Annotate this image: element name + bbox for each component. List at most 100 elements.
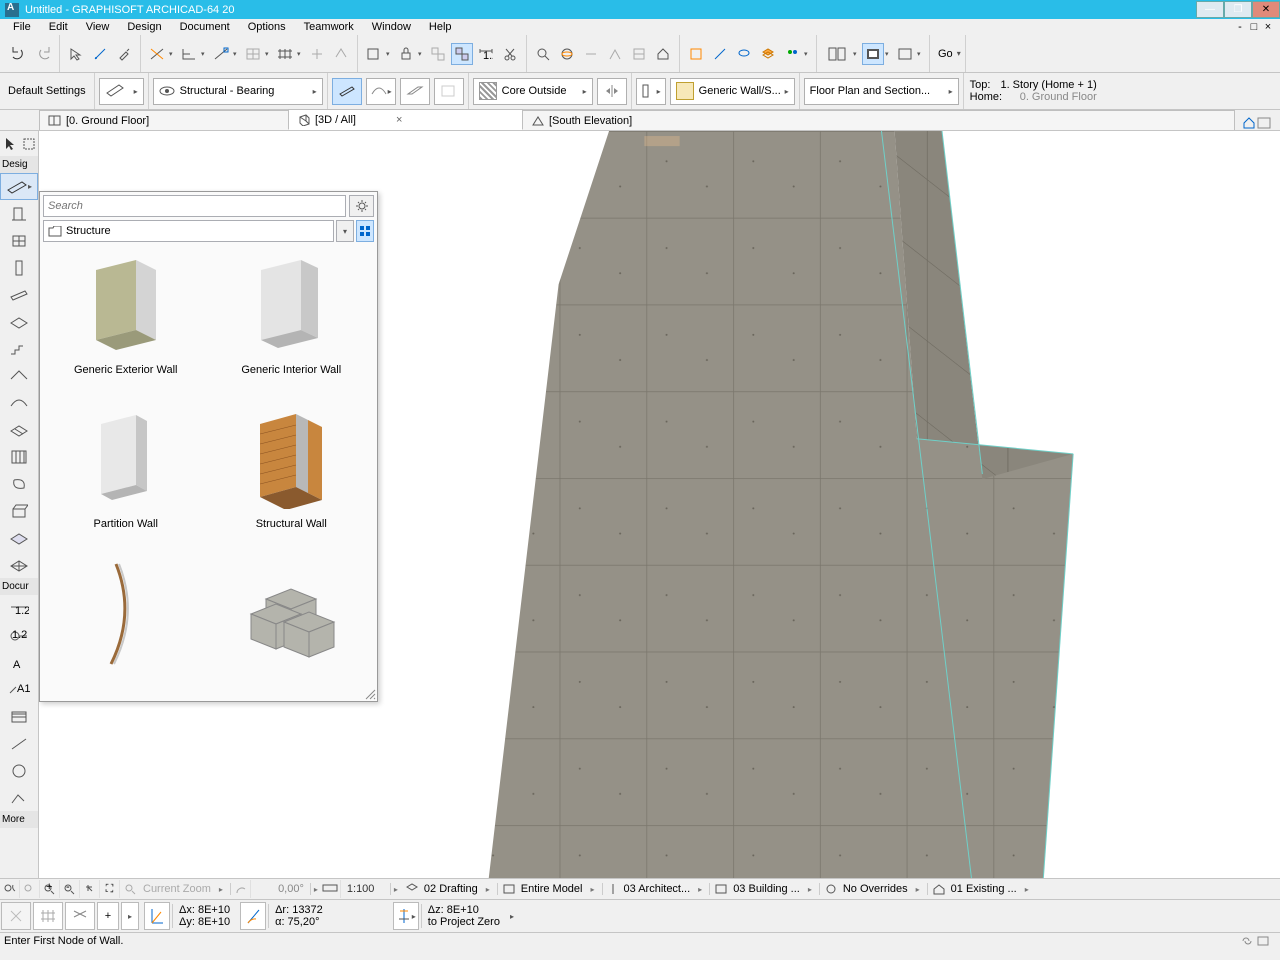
favorites-search-input[interactable] (43, 195, 346, 217)
favorites-folder-dropdown[interactable]: Structure (43, 220, 334, 242)
overrides-dropdown[interactable]: No Overrides▸ (820, 883, 928, 895)
minimize-button[interactable]: — (1196, 1, 1224, 18)
chevron-down-icon[interactable]: ▾ (265, 50, 273, 58)
menu-help[interactable]: Help (420, 21, 461, 33)
geom-trapezoid-button[interactable] (400, 78, 430, 105)
pan-button[interactable] (80, 880, 100, 898)
line-tool[interactable] (0, 730, 38, 757)
arrow-tool[interactable] (0, 131, 19, 156)
layers-button[interactable] (757, 43, 779, 65)
skylight-tool[interactable] (0, 416, 38, 443)
tab-overview-button[interactable] (1234, 116, 1280, 130)
section-window-button[interactable] (894, 43, 916, 65)
label-tool[interactable]: A1 (0, 676, 38, 703)
undo-button[interactable] (8, 43, 30, 65)
favorite-item[interactable]: Generic Interior Wall (211, 250, 373, 386)
chevron-down-icon[interactable]: ▾ (297, 50, 305, 58)
link-icon[interactable] (1240, 935, 1254, 947)
shell-tool[interactable] (0, 389, 38, 416)
home-button[interactable] (652, 43, 674, 65)
beam-tool[interactable] (0, 281, 38, 308)
scale-display[interactable]: 1:100 (341, 883, 391, 895)
geom-straight-button[interactable] (332, 78, 362, 105)
text-tool[interactable]: A (0, 649, 38, 676)
coord-polar-button[interactable] (240, 902, 266, 930)
view-type-button[interactable] (822, 43, 852, 65)
cutplane-button[interactable] (628, 43, 650, 65)
resize-handle-icon[interactable] (364, 688, 376, 700)
guide-button[interactable] (146, 43, 168, 65)
grid-button[interactable] (274, 43, 296, 65)
mesh-tool[interactable] (0, 551, 38, 578)
zoom-extents-button[interactable] (532, 43, 554, 65)
trace-compare-button[interactable] (709, 43, 731, 65)
roof-tool[interactable] (0, 362, 38, 389)
morph-tool[interactable] (0, 470, 38, 497)
tool-icon-dropdown[interactable]: ▸ (99, 78, 144, 105)
team-button[interactable] (781, 43, 803, 65)
favorites-dropdown-button[interactable]: ▾ (336, 220, 354, 242)
stair-tool[interactable] (0, 335, 38, 362)
snap-5[interactable]: ▸ (121, 902, 139, 930)
renovation-dropdown[interactable]: 03 Building ...▸ (710, 883, 820, 895)
trace-button[interactable] (685, 43, 707, 65)
snap-1[interactable] (1, 902, 31, 930)
explore-button[interactable] (604, 43, 626, 65)
dim-button[interactable]: 1.2 (475, 43, 497, 65)
profile-simple-button[interactable]: ▸ (636, 78, 666, 105)
maximize-button[interactable]: ❐ (1224, 1, 1252, 18)
wall-tool[interactable]: ▸ (0, 173, 38, 200)
chevron-down-icon[interactable]: ▾ (957, 49, 961, 58)
menu-window[interactable]: Window (363, 21, 420, 33)
snap-2[interactable] (33, 902, 63, 930)
window-tool[interactable] (0, 227, 38, 254)
zoom-prev-button[interactable] (0, 880, 20, 898)
orientation-button[interactable] (231, 880, 251, 898)
zoom-in-button[interactable]: + (40, 880, 60, 898)
tab-close-icon[interactable]: × (396, 114, 402, 126)
level-tool[interactable]: 1.2 (0, 622, 38, 649)
favorite-item[interactable] (211, 559, 373, 683)
favorites-panel[interactable]: Structure ▾ Generic Exterior Wall (39, 191, 378, 702)
menu-file[interactable]: File (4, 21, 40, 33)
coord-z-button[interactable]: ▸ (393, 902, 419, 930)
current-zoom-dropdown[interactable]: Current Zoom▸ (120, 883, 231, 895)
coord-xy-button[interactable] (144, 902, 170, 930)
marquee-tool[interactable] (19, 131, 38, 156)
menu-view[interactable]: View (77, 21, 119, 33)
pan-button[interactable] (580, 43, 602, 65)
gravity-button[interactable] (330, 43, 352, 65)
menu-design[interactable]: Design (118, 21, 170, 33)
chevron-down-icon[interactable]: ▾ (853, 50, 861, 58)
chevron-right-icon[interactable]: ▸ (311, 885, 321, 894)
default-settings-button[interactable]: Default Settings (0, 73, 95, 109)
chevron-right-icon[interactable]: ▸ (510, 912, 514, 921)
chevron-down-icon[interactable]: ▾ (804, 50, 812, 58)
tab-3d[interactable]: [3D / All] × (288, 109, 523, 130)
measure-button[interactable] (89, 43, 111, 65)
geom-curved-button[interactable]: ▸ (366, 78, 396, 105)
align-button[interactable] (306, 43, 328, 65)
chevron-down-icon[interactable]: ▾ (917, 50, 925, 58)
layer-combo-dropdown[interactable]: 02 Drafting▸ (401, 883, 498, 895)
floorplan-dropdown[interactable]: Floor Plan and Section... ▸ (804, 78, 959, 105)
favorites-settings-button[interactable] (349, 195, 374, 217)
chevron-down-icon[interactable]: ▾ (386, 50, 394, 58)
viewport[interactable]: Structure ▾ Generic Exterior Wall (39, 131, 1280, 878)
chevron-down-icon[interactable]: ▾ (201, 50, 209, 58)
column-tool[interactable] (0, 254, 38, 281)
fit-button[interactable]: ⛶ (100, 880, 120, 898)
orbit-button[interactable] (556, 43, 578, 65)
menu-teamwork[interactable]: Teamwork (295, 21, 363, 33)
autogroup-button[interactable] (451, 43, 473, 65)
flip-button[interactable] (597, 78, 627, 105)
tab-ground-floor[interactable]: [0. Ground Floor] (39, 110, 289, 130)
zoom-next-button[interactable] (20, 880, 40, 898)
mdi-minimize-icon[interactable]: - (1234, 21, 1246, 33)
scale-button[interactable] (321, 880, 341, 898)
eyedrop-button[interactable] (113, 43, 135, 65)
dimension-tool[interactable]: 1.2 (0, 595, 38, 622)
chevron-right-icon[interactable]: ▸ (391, 885, 401, 894)
mdi-close-icon[interactable]: × (1262, 21, 1274, 33)
core-dropdown[interactable]: Core Outside ▸ (473, 78, 593, 105)
